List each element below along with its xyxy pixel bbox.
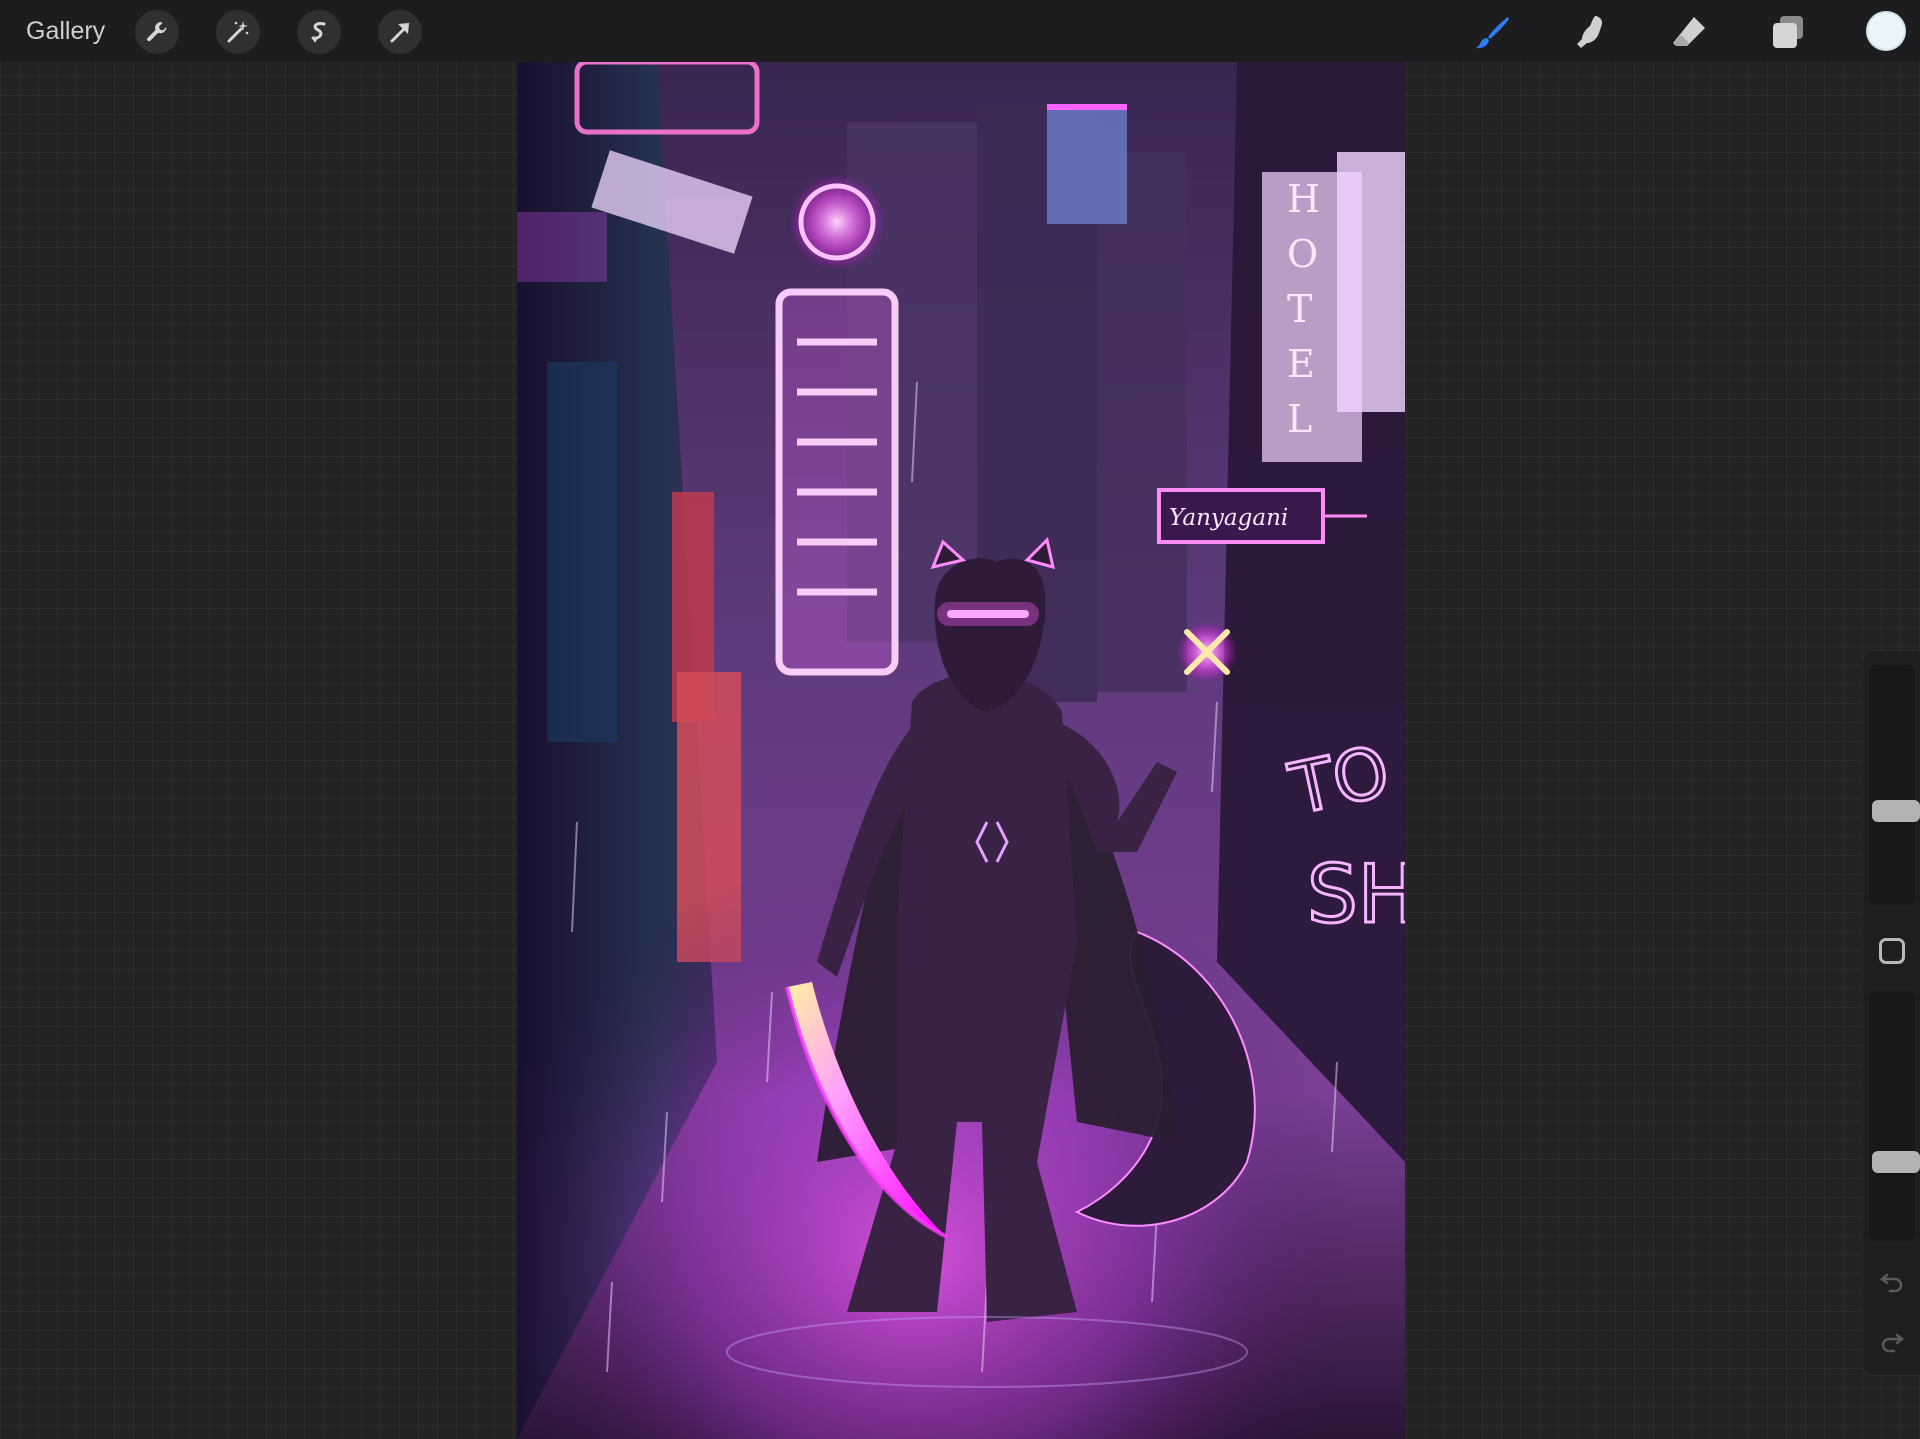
eraser-tool-button[interactable] — [1668, 11, 1710, 53]
hotel-letter: O — [1287, 232, 1318, 276]
hotel-letter: L — [1287, 397, 1312, 441]
selection-icon — [311, 22, 326, 43]
layers-icon — [1773, 16, 1803, 48]
hotel-letter: E — [1287, 342, 1315, 386]
eraser-icon — [1673, 17, 1705, 46]
layers-button[interactable] — [1767, 11, 1809, 53]
hotel-letter: T — [1287, 287, 1312, 331]
magic-wand-icon — [227, 21, 249, 43]
hotel-letter: H — [1287, 177, 1320, 221]
opacity-slider[interactable] — [1869, 991, 1920, 1241]
smudge-tool-button[interactable] — [1570, 11, 1612, 53]
undo-icon — [1879, 1273, 1903, 1293]
color-picker-button[interactable] — [1866, 11, 1906, 51]
redo-button[interactable] — [1877, 1325, 1907, 1355]
transform-button[interactable] — [378, 10, 422, 54]
artwork: H O T E L Yanyagani TO SH — [517, 62, 1405, 1439]
actions-wrench-button[interactable] — [135, 10, 179, 54]
neon-script-sign: Yanyagani — [1169, 505, 1288, 531]
smudge-icon — [1577, 16, 1603, 48]
brush-size-slider[interactable] — [1869, 665, 1920, 905]
right-sidebar — [1862, 650, 1920, 1376]
selection-button[interactable] — [297, 10, 341, 54]
gallery-button[interactable]: Gallery — [26, 14, 105, 48]
drawing-canvas[interactable]: H O T E L Yanyagani TO SH — [517, 62, 1405, 1439]
top-toolbar: Gallery — [0, 0, 1920, 62]
brush-size-handle[interactable] — [1872, 800, 1920, 822]
redo-icon — [1881, 1333, 1905, 1353]
wrench-icon — [147, 22, 167, 42]
undo-button[interactable] — [1877, 1265, 1907, 1295]
modify-square-icon[interactable] — [1879, 938, 1905, 964]
brush-icon — [1476, 17, 1509, 49]
brush-tool-button[interactable] — [1472, 11, 1514, 53]
transform-arrow-icon — [390, 23, 409, 43]
opacity-handle[interactable] — [1872, 1151, 1920, 1173]
adjustments-button[interactable] — [216, 10, 260, 54]
